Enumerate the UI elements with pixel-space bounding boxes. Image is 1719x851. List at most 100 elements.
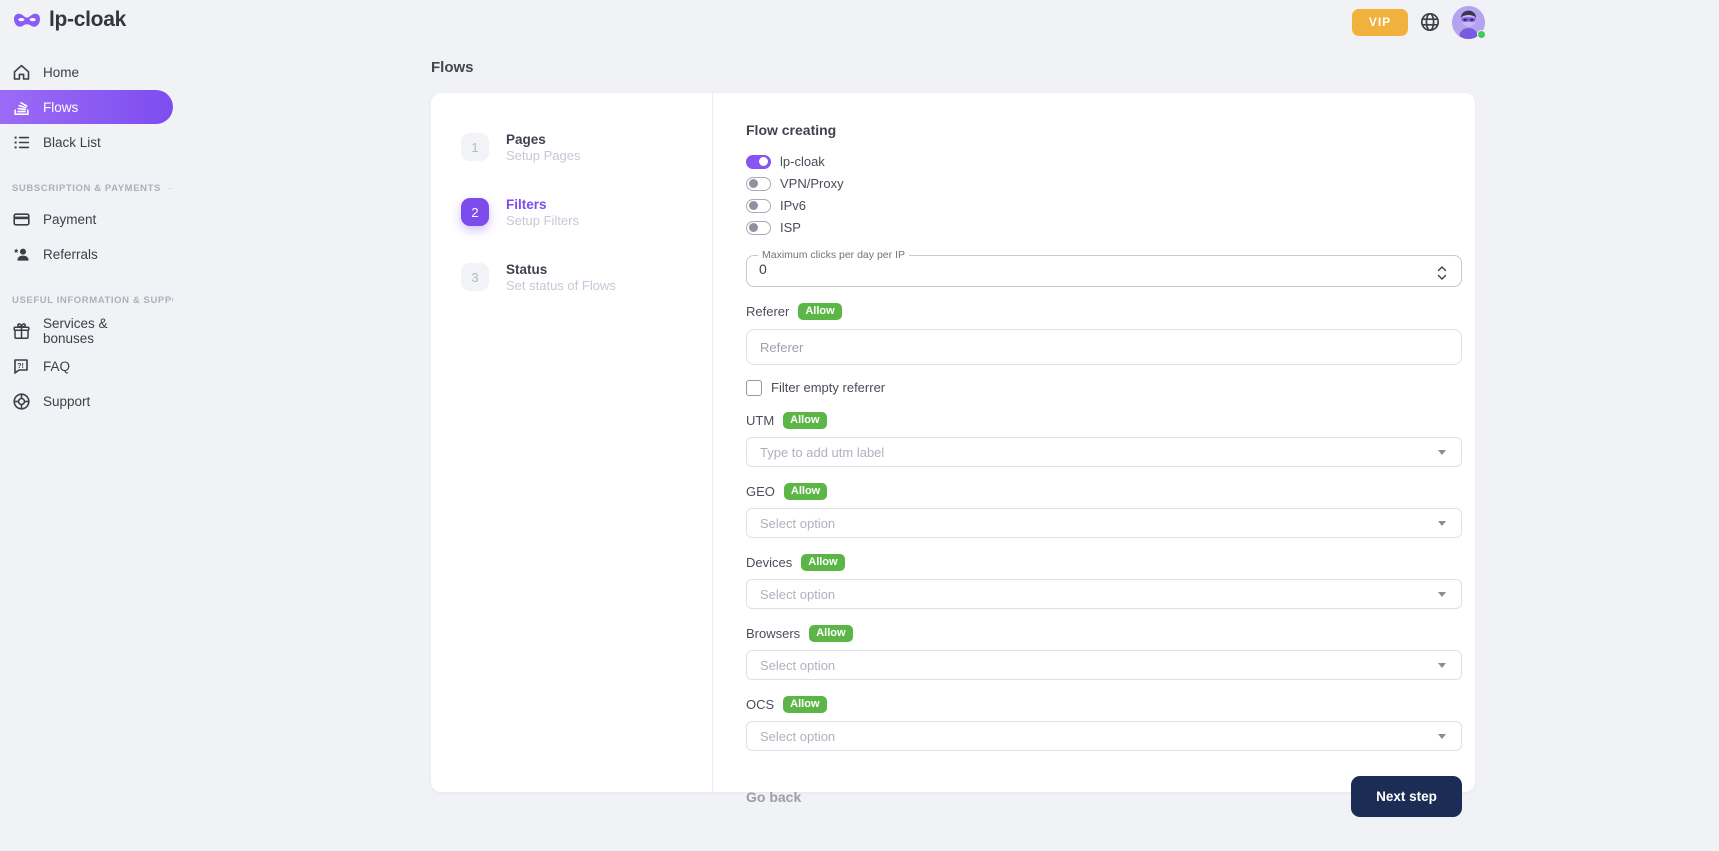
toggle-row-vpn-proxy: VPN/Proxy [746,176,1462,191]
sidebar-section-useful: USEFUL INFORMATION & SUPPORT [12,295,173,306]
chevron-down-icon [1438,450,1446,455]
ocs-select-placeholder: Select option [760,729,835,744]
lifebuoy-icon [12,392,31,411]
filter-empty-referrer-row: Filter empty referrer [746,379,1462,396]
app-root: lp-cloak VIP [0,0,1719,851]
sidebar-item-referrals[interactable]: Referrals [0,237,173,271]
sidebar-item-label: Payment [43,212,96,227]
faq-bubble-icon: ?! [12,357,31,376]
utm-select-placeholder: Type to add utm label [760,445,884,460]
referrals-person-icon [12,245,31,264]
vip-button[interactable]: VIP [1352,9,1408,36]
toggle-row-lp-cloak: lp-cloak [746,154,1462,169]
referer-allow-badge[interactable]: Allow [798,303,841,320]
number-stepper-icon[interactable] [1436,265,1448,286]
flows-icon [12,98,31,117]
filter-empty-referrer-label: Filter empty referrer [771,380,885,395]
flow-form: Flow creating lp-cloak VPN/Proxy IPv6 IS… [713,93,1475,792]
browsers-label-row: Browsers Allow [746,625,1462,642]
step-pages[interactable]: 1 Pages Setup Pages [461,131,712,164]
main-content: Flows 1 Pages Setup Pages 2 Filters Setu… [431,52,1475,792]
sidebar-item-label: Flows [43,100,78,115]
ocs-allow-badge[interactable]: Allow [783,696,826,713]
brand-logo[interactable]: lp-cloak [12,8,126,32]
sidebar-item-black-list[interactable]: Black List [0,125,173,159]
blacklist-icon [12,133,31,152]
sidebar-section-subscription: SUBSCRIPTION & PAYMENTS [12,183,173,194]
sidebar-item-home[interactable]: Home [0,55,173,89]
home-icon [12,63,31,82]
step-title: Pages [506,131,580,148]
max-clicks-label: Maximum clicks per day per IP [758,249,909,261]
utm-allow-badge[interactable]: Allow [783,412,826,429]
devices-label: Devices [746,555,792,570]
lp-cloak-toggle[interactable] [746,155,771,169]
devices-allow-badge[interactable]: Allow [801,554,844,571]
sidebar-item-faq[interactable]: ?! FAQ [0,349,173,383]
sidebar: Home Flows [0,54,173,419]
utm-label-row: UTM Allow [746,412,1462,429]
browsers-label: Browsers [746,626,800,641]
step-filters[interactable]: 2 Filters Setup Filters [461,196,712,229]
ocs-label: OCS [746,697,774,712]
referer-label-row: Referer Allow [746,303,1462,320]
filter-empty-referrer-checkbox[interactable] [746,380,762,396]
toggle-row-ipv6: IPv6 [746,198,1462,213]
chevron-down-icon [1438,663,1446,668]
sidebar-item-label: Support [43,394,90,409]
go-back-button[interactable]: Go back [746,789,801,805]
browsers-allow-badge[interactable]: Allow [809,625,852,642]
chevron-down-icon [1438,592,1446,597]
next-step-button[interactable]: Next step [1351,776,1462,817]
toggle-label: IPv6 [780,198,806,213]
ipv6-toggle[interactable] [746,199,771,213]
referer-input[interactable] [746,329,1462,365]
max-clicks-input[interactable] [759,261,959,277]
sidebar-item-flows[interactable]: Flows [0,90,173,124]
form-title: Flow creating [746,122,1462,138]
isp-toggle[interactable] [746,221,771,235]
devices-select[interactable]: Select option [746,579,1462,609]
ocs-label-row: OCS Allow [746,696,1462,713]
step-title: Status [506,261,616,278]
user-avatar[interactable] [1452,6,1485,39]
mask-logo-icon [12,8,42,32]
sidebar-item-services[interactable]: Services & bonuses [0,314,173,348]
step-number: 1 [461,133,489,161]
step-subtitle: Setup Pages [506,148,580,164]
vpn-proxy-toggle[interactable] [746,177,771,191]
topbar-right: VIP [1352,0,1485,44]
toggle-row-isp: ISP [746,220,1462,235]
online-status-dot [1477,30,1486,39]
max-clicks-field: Maximum clicks per day per IP [746,249,1462,287]
toggle-label: ISP [780,220,801,235]
chevron-down-icon [1438,521,1446,526]
sidebar-item-payment[interactable]: Payment [0,202,173,236]
chevron-down-icon [1438,734,1446,739]
browsers-select-placeholder: Select option [760,658,835,673]
brand-name: lp-cloak [49,8,126,32]
step-subtitle: Set status of Flows [506,278,616,294]
stepper: 1 Pages Setup Pages 2 Filters Setup Filt… [431,93,713,792]
referer-label: Referer [746,304,789,319]
form-footer: Go back Next step [746,776,1462,817]
flow-card: 1 Pages Setup Pages 2 Filters Setup Filt… [431,93,1475,792]
topbar: lp-cloak VIP [0,0,1719,48]
sidebar-item-label: FAQ [43,359,70,374]
sidebar-item-support[interactable]: Support [0,384,173,418]
sidebar-item-label: Home [43,65,79,80]
toggle-label: VPN/Proxy [780,176,844,191]
browsers-select[interactable]: Select option [746,650,1462,680]
language-globe-icon[interactable] [1419,11,1441,33]
geo-allow-badge[interactable]: Allow [784,483,827,500]
step-subtitle: Setup Filters [506,213,579,229]
payment-card-icon [12,210,31,229]
gift-icon [12,322,31,341]
svg-text:?!: ?! [17,362,24,369]
sidebar-item-label: Black List [43,135,101,150]
step-status[interactable]: 3 Status Set status of Flows [461,261,712,294]
page-title: Flows [431,59,1475,76]
ocs-select[interactable]: Select option [746,721,1462,751]
utm-select[interactable]: Type to add utm label [746,437,1462,467]
geo-select[interactable]: Select option [746,508,1462,538]
